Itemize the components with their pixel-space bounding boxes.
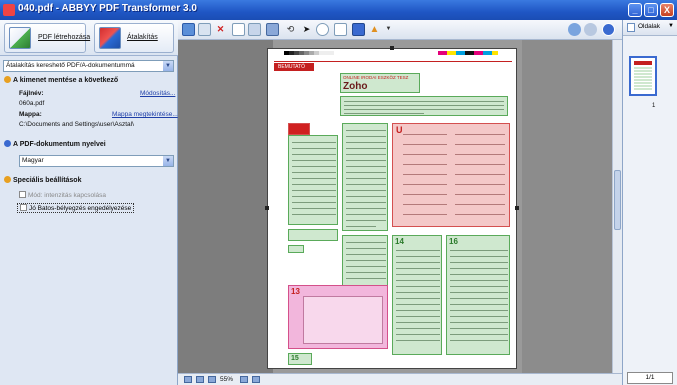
mode-select-value: Átalakítás kereshető PDF/A-dokumentummá <box>6 62 135 69</box>
article-column <box>342 123 388 231</box>
zoom-icon[interactable] <box>568 23 581 36</box>
page-icon[interactable] <box>232 23 245 36</box>
file-name-value: 060a.pdf <box>19 100 45 107</box>
section-15: 15 <box>288 353 312 365</box>
language-select[interactable]: Magyar ▼ <box>19 155 174 167</box>
convert-label: Átalakítás <box>127 34 158 41</box>
title-bar: 040.pdf - ABBYY PDF Transformer 3.0 _ □ … <box>0 0 677 20</box>
save-section-label: A kimenet mentése a következő <box>13 77 119 84</box>
special-section-heading[interactable]: Speciális beállítások <box>4 176 81 184</box>
sidebar-badge <box>288 123 310 135</box>
layout-icon[interactable] <box>248 23 261 36</box>
chevron-down-icon[interactable]: ▼ <box>163 61 173 71</box>
file-name-label: Fájlnév: <box>19 90 44 97</box>
section-toggle-icon <box>4 76 11 83</box>
save-icon[interactable] <box>182 23 195 36</box>
create-pdf-button[interactable]: PDF ​​​létrehozása <box>4 23 90 53</box>
window-title: 040.pdf - ABBYY PDF Transformer 3.0 <box>18 3 197 14</box>
language-section-heading[interactable]: A PDF-dokumentum nyelvei <box>4 140 106 148</box>
view-folder-link[interactable]: Mappa megtekintése... <box>112 111 178 118</box>
zoom-level[interactable]: 55% <box>220 374 233 385</box>
toolbar: ✕ ⟲ ➤ ▲ ▼ <box>178 20 622 40</box>
dropdown-icon[interactable]: ▼ <box>382 23 395 36</box>
title-block: ONLINE IRODAI ESZKÖZ TESZ Zoho <box>340 73 420 93</box>
section-toggle-icon <box>4 176 11 183</box>
header-tag: BEMUTATÓ <box>274 63 314 71</box>
checkbox-icon <box>20 204 27 211</box>
select-icon[interactable] <box>316 23 329 36</box>
hand-icon[interactable]: ⟲ <box>284 23 297 36</box>
chevron-down-icon[interactable]: ▼ <box>668 23 674 29</box>
fit-icon[interactable] <box>584 23 597 36</box>
help-icon[interactable] <box>602 23 615 36</box>
sidebar-table <box>288 229 338 241</box>
status-bar: 55% <box>178 373 622 385</box>
prev-page-icon[interactable] <box>196 376 204 383</box>
chevron-down-icon[interactable]: ▼ <box>163 156 173 166</box>
resize-handle-left[interactable] <box>265 206 269 210</box>
document-page[interactable]: BEMUTATÓ ONLINE IRODAI ESZKÖZ TESZ Zoho <box>267 48 517 369</box>
special-section-label: Speciális beállítások <box>13 177 82 184</box>
close-button[interactable]: X <box>660 3 674 17</box>
option-2-label: Jó Batos-bélyegzés engedélyezése <box>29 205 132 212</box>
vertical-scrollbar[interactable] <box>612 40 622 373</box>
minimize-button[interactable]: _ <box>628 3 642 17</box>
language-select-value: Magyar <box>22 157 44 164</box>
rotate-icon[interactable] <box>266 23 279 36</box>
stamp-icon[interactable] <box>352 23 365 36</box>
fit-page-icon[interactable] <box>252 376 260 383</box>
scan-icon[interactable] <box>198 23 211 36</box>
checkbox-icon <box>19 191 26 198</box>
left-panel: PDF ​​​létrehozása Átalakítás Átalakítás… <box>0 20 178 385</box>
resize-handle-top[interactable] <box>390 46 394 50</box>
feature-box: U <box>392 123 510 227</box>
resize-handle-right[interactable] <box>515 206 519 210</box>
save-section-heading[interactable]: A kimenet mentése a következő <box>4 76 118 84</box>
maximize-button[interactable]: □ <box>644 3 658 17</box>
convert-button[interactable]: Átalakítás <box>94 23 174 53</box>
language-section-label: A PDF-dokumentum nyelvei <box>13 141 106 148</box>
pages-panel-header: Oldalak ▼ <box>623 20 677 36</box>
image-icon[interactable] <box>334 23 347 36</box>
action-buttons: PDF ​​​létrehozása Átalakítás <box>0 20 178 56</box>
create-pdf-label: PDF ​​​létrehozása <box>38 34 91 41</box>
document-canvas[interactable]: BEMUTATÓ ONLINE IRODAI ESZKÖZ TESZ Zoho <box>178 40 622 373</box>
pointer-icon[interactable]: ➤ <box>300 23 313 36</box>
zoom-out-icon[interactable] <box>208 376 216 383</box>
mode-select[interactable]: Átalakítás kereshető PDF/A-dokumentummá … <box>3 60 174 72</box>
color-bar <box>438 51 498 55</box>
export-icon[interactable]: ▲ <box>368 23 381 36</box>
folder-value: C:\Documents and Settings\user\Asztal\ <box>19 121 134 128</box>
section-13: 13 <box>288 285 388 349</box>
thumbnail-number: 1 <box>652 103 656 109</box>
page-thumbnail[interactable] <box>629 56 657 96</box>
sidebar-column <box>288 135 338 225</box>
pages-label[interactable]: Oldalak <box>638 23 660 30</box>
intro-paragraph <box>340 96 508 116</box>
convert-icon <box>99 27 121 49</box>
pages-panel: Oldalak ▼ 1 1/1 <box>622 20 677 385</box>
option-1-label: Mód: intenzitás kapcsolása <box>28 192 107 199</box>
scroll-thumb[interactable] <box>614 170 621 230</box>
create-pdf-icon <box>9 27 31 49</box>
delete-icon[interactable]: ✕ <box>214 23 227 36</box>
grayscale-bar <box>284 51 334 55</box>
zoom-in-icon[interactable] <box>240 376 248 383</box>
section-16: 16 <box>446 235 510 355</box>
pages-icon <box>627 23 635 32</box>
option-checkbox-2[interactable]: Jó Batos-bélyegzés engedélyezése <box>17 203 135 213</box>
option-checkbox-1[interactable]: Mód: intenzitás kapcsolása <box>19 191 106 199</box>
first-page-icon[interactable] <box>184 376 192 383</box>
page-count: 1/1 <box>627 372 673 384</box>
app-icon <box>3 4 15 16</box>
folder-label: Mappa: <box>19 111 42 118</box>
change-file-link[interactable]: Módosítás... <box>140 90 175 97</box>
app-window: 040.pdf - ABBYY PDF Transformer 3.0 _ □ … <box>0 0 677 385</box>
section-toggle-icon <box>4 140 11 147</box>
section-14: 14 <box>392 235 442 355</box>
